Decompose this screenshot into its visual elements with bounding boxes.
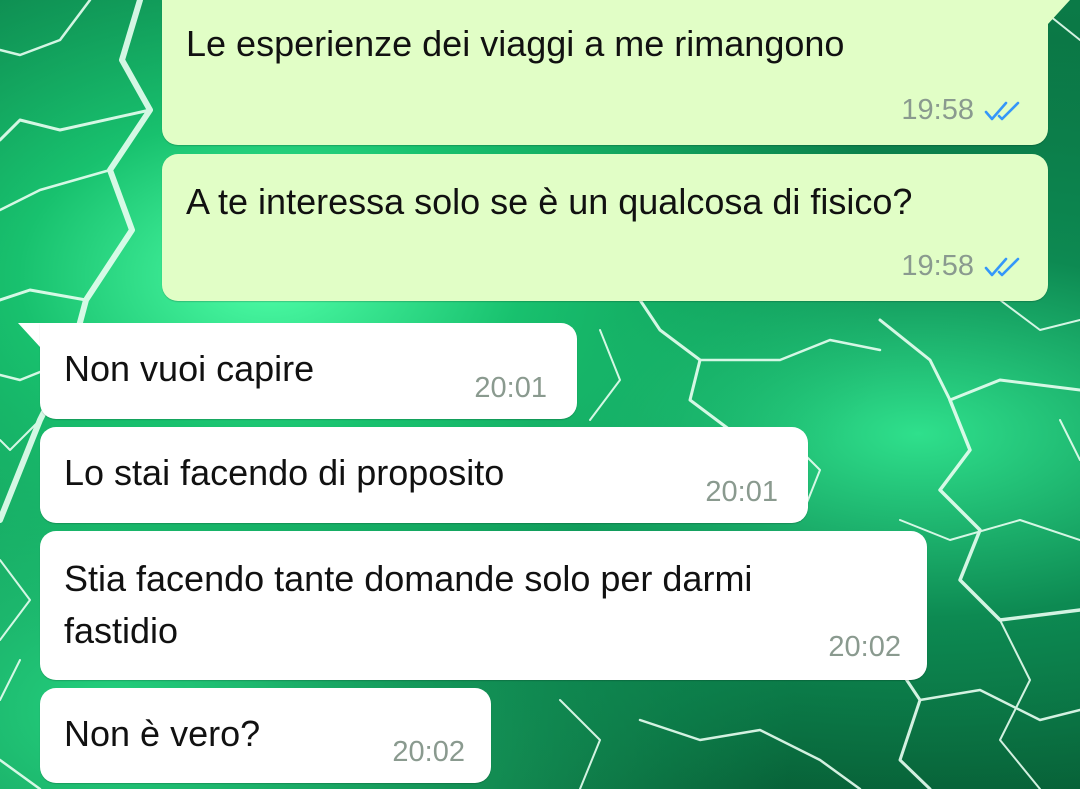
bubble-tail [1040,0,1070,24]
message-time: 20:01 [705,476,778,508]
message-meta: 20:02 [392,736,465,769]
message-meta: 20:01 [705,476,778,509]
message-meta: 20:02 [828,631,901,664]
message-text: Non è vero? [64,713,261,754]
message-bubble-incoming[interactable]: Non è vero? 20:02 [40,688,491,783]
message-time: 20:01 [474,372,547,404]
message-bubble-outgoing[interactable]: A te interessa solo se è un qualcosa di … [162,154,1048,301]
message-bubble-outgoing[interactable]: Le esperienze dei viaggi a me rimangono … [162,0,1048,145]
message-text: A te interessa solo se è un qualcosa di … [186,181,913,222]
message-text: Non vuoi capire [64,348,315,389]
message-text: Le esperienze dei viaggi a me rimangono [186,23,845,64]
message-bubble-incoming[interactable]: Non vuoi capire 20:01 [40,323,577,419]
message-meta: 20:01 [474,372,547,405]
message-meta: 19:58 [901,94,1022,127]
message-meta: 19:58 [901,250,1022,283]
message-time: 19:58 [901,94,974,126]
message-bubble-incoming[interactable]: Lo stai facendo di proposito 20:01 [40,427,808,523]
double-check-icon [984,257,1020,276]
message-time: 20:02 [392,736,465,768]
message-time: 19:58 [901,250,974,282]
message-time: 20:02 [828,631,901,663]
double-check-icon [984,101,1020,120]
message-text: Lo stai facendo di proposito [64,452,505,493]
message-bubble-incoming[interactable]: Stia facendo tante domande solo per darm… [40,531,927,680]
message-text: Stia facendo tante domande solo per darm… [64,558,763,651]
